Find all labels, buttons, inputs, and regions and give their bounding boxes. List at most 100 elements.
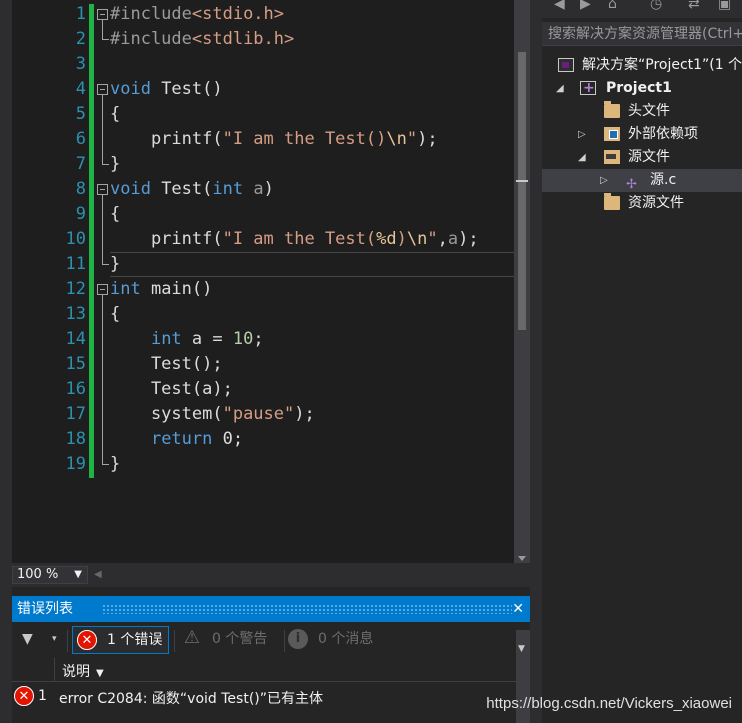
home-icon[interactable]: ⌂ bbox=[608, 0, 617, 12]
tree-item-resource-files[interactable]: 资源文件 bbox=[542, 192, 742, 215]
line-number: 1 bbox=[75, 4, 86, 24]
code-line[interactable]: { bbox=[110, 102, 520, 127]
code-token: int bbox=[110, 279, 141, 299]
code-line[interactable]: void Test() bbox=[110, 77, 520, 102]
line-number: 4 bbox=[75, 79, 86, 99]
code-line[interactable]: #include<stdio.h> bbox=[110, 2, 520, 27]
code-token: system( bbox=[110, 404, 223, 424]
description-column-header[interactable]: 说明 ▼ bbox=[62, 661, 104, 681]
code-line[interactable]: printf("I am the Test()\n"); bbox=[110, 127, 520, 152]
code-text-area[interactable]: #include<stdio.h> #include<stdlib.h> void … bbox=[110, 2, 520, 477]
line-number: 3 bbox=[75, 54, 86, 74]
line-number: 9 bbox=[75, 204, 86, 224]
code-token: " bbox=[406, 129, 418, 149]
code-line[interactable]: } bbox=[110, 252, 520, 277]
tree-item-header-files[interactable]: 头文件 bbox=[542, 100, 742, 123]
column-divider[interactable] bbox=[54, 658, 55, 682]
code-token: ) bbox=[396, 229, 407, 249]
error-icon: ✕ bbox=[14, 686, 34, 706]
code-token: } bbox=[110, 154, 121, 174]
code-token: "I am the Test( bbox=[222, 229, 377, 249]
close-icon[interactable]: ✕ bbox=[512, 596, 524, 622]
code-line[interactable]: Test(); bbox=[110, 352, 520, 377]
collapsed-arrow-icon[interactable]: ▷ bbox=[578, 123, 586, 146]
filter-icon[interactable]: ▼ bbox=[22, 631, 33, 647]
solution-icon bbox=[558, 58, 574, 72]
code-line[interactable]: printf("I am the Test(%d)\n",a); bbox=[110, 227, 520, 252]
tree-item-external-dependencies[interactable]: ▷ 外部依赖项 bbox=[542, 123, 742, 146]
code-token: %d bbox=[376, 229, 397, 249]
tree-item-solution[interactable]: 解决方案“Project1”(1 个项目) bbox=[542, 54, 742, 77]
scroll-down-arrow-icon[interactable] bbox=[518, 556, 526, 561]
code-line[interactable]: int a = 10; bbox=[110, 327, 520, 352]
code-line[interactable]: #include<stdlib.h> bbox=[110, 27, 520, 52]
errors-filter-button[interactable]: ✕ 1 个错误 bbox=[72, 626, 170, 654]
code-token: printf( bbox=[110, 229, 223, 249]
error-list-panel: 错误列表 ✕ ▼ ▾ ✕ 1 个错误 ⚠ 0 个警告 i 0 个消息 说明 ▼ ✕… bbox=[12, 596, 530, 723]
info-icon: i bbox=[288, 629, 308, 649]
code-line[interactable]: int main() bbox=[110, 277, 520, 302]
code-line[interactable]: return 0; bbox=[110, 427, 520, 452]
editor-vertical-scrollbar[interactable] bbox=[514, 0, 530, 563]
code-token: a = bbox=[181, 329, 233, 349]
change-tracking-bar bbox=[89, 4, 94, 478]
code-line[interactable]: } bbox=[110, 452, 520, 477]
code-token: ); bbox=[294, 404, 315, 424]
solution-search-input[interactable]: 搜索解决方案资源管理器(Ctrl+;) bbox=[542, 22, 742, 46]
panel-splitter[interactable] bbox=[530, 0, 542, 723]
error-list-title-bar[interactable]: 错误列表 ✕ bbox=[12, 596, 530, 622]
sync-icon[interactable]: ⇄ bbox=[688, 0, 700, 12]
code-token: \n bbox=[386, 129, 407, 149]
tree-item-source-files[interactable]: ◢ 源文件 bbox=[542, 146, 742, 169]
collapsed-arrow-icon[interactable]: ▷ bbox=[600, 169, 608, 192]
code-token: <stdlib.h> bbox=[191, 29, 295, 49]
solution-explorer-toolbar: ◀ ▶ ⌂ ◷ ⇄ ▣ bbox=[542, 0, 742, 18]
code-line[interactable]: system("pause"); bbox=[110, 402, 520, 427]
code-token: { bbox=[110, 204, 121, 224]
code-line[interactable]: } bbox=[110, 152, 520, 177]
scrollbar-caret-marker bbox=[516, 180, 528, 182]
scroll-down-arrow-icon[interactable]: ▼ bbox=[518, 644, 525, 654]
back-icon[interactable]: ◀ bbox=[554, 0, 565, 12]
zoom-level-dropdown[interactable]: 100 % ▼ bbox=[12, 566, 88, 584]
line-number: 19 bbox=[65, 454, 86, 474]
code-token: Test() bbox=[150, 79, 223, 99]
code-line[interactable]: { bbox=[110, 302, 520, 327]
drag-grip[interactable] bbox=[102, 604, 512, 614]
warnings-count-label: 0 个警告 bbox=[212, 631, 268, 647]
tree-item-source-c[interactable]: ▷ ✢ 源.c bbox=[542, 169, 742, 192]
expanded-arrow-icon[interactable]: ◢ bbox=[556, 77, 564, 100]
code-token: " bbox=[427, 229, 438, 249]
code-token: ); bbox=[417, 129, 438, 149]
line-number: 11 bbox=[65, 254, 86, 274]
history-icon[interactable]: ◷ bbox=[650, 0, 662, 12]
zoom-level-value: 100 % bbox=[17, 567, 59, 582]
code-token: void bbox=[110, 179, 151, 199]
tree-item-project[interactable]: ◢ Project1 bbox=[542, 77, 742, 100]
warnings-filter-button[interactable]: ⚠ 0 个警告 bbox=[178, 626, 273, 654]
code-line[interactable] bbox=[110, 52, 520, 77]
expanded-arrow-icon[interactable]: ◢ bbox=[578, 146, 586, 169]
code-line[interactable]: { bbox=[110, 202, 520, 227]
dependencies-folder-icon bbox=[604, 127, 620, 141]
collapse-all-icon[interactable]: ▣ bbox=[718, 0, 731, 12]
line-number-gutter: 1 2 3 4 5 6 7 8 9 10 11 12 13 14 15 16 17 18 19 bbox=[34, 2, 86, 477]
code-editor[interactable]: 1 2 3 4 5 6 7 8 9 10 11 12 13 14 15 16 17 18 19 #include<s… bbox=[0, 0, 530, 723]
tree-item-label: 解决方案“Project1”(1 个项目) bbox=[582, 57, 742, 73]
code-line[interactable]: void Test(int a) bbox=[110, 177, 520, 202]
line-number: 10 bbox=[65, 229, 86, 249]
c-source-file-icon: ✢ bbox=[626, 177, 637, 192]
code-line[interactable]: Test(a); bbox=[110, 377, 520, 402]
messages-count-label: 0 个消息 bbox=[318, 631, 374, 647]
description-column-label: 说明 bbox=[62, 664, 90, 680]
warning-icon: ⚠ bbox=[183, 627, 201, 648]
messages-filter-button[interactable]: i 0 个消息 bbox=[284, 626, 379, 654]
line-number: 16 bbox=[65, 379, 86, 399]
chevron-down-icon[interactable]: ▾ bbox=[52, 634, 57, 644]
scroll-left-arrow-icon[interactable]: ◀ bbox=[94, 569, 102, 580]
error-row[interactable]: ✕ 1 error C2084: 函数“void Test()”已有主体 bbox=[12, 684, 530, 710]
scrollbar-thumb[interactable] bbox=[518, 52, 526, 330]
forward-icon[interactable]: ▶ bbox=[580, 0, 591, 12]
code-token: 0; bbox=[212, 429, 244, 449]
line-number: 2 bbox=[75, 29, 86, 49]
